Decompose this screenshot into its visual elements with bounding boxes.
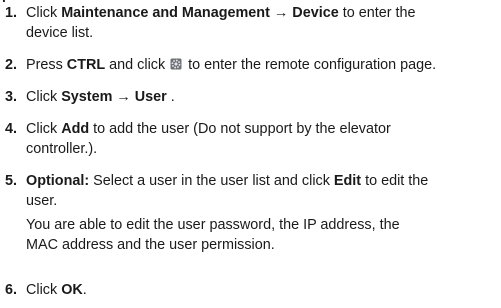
step-number: 5.	[5, 173, 18, 189]
step-number: 1.	[5, 5, 18, 21]
button-name-ok: OK	[61, 282, 83, 298]
button-name-add: Add	[61, 121, 90, 137]
step-text: to enter the remote configuration page.	[184, 57, 437, 73]
gear-icon	[170, 58, 182, 70]
step-text: Click	[26, 282, 62, 298]
step-number: 2.	[5, 57, 18, 73]
step-text: .	[166, 89, 175, 105]
step-number: 3.	[5, 89, 18, 105]
step-text: .	[82, 282, 87, 298]
menu-path-device: Device	[292, 5, 339, 21]
key-ctrl: CTRL	[66, 57, 106, 73]
cut-off-heading: p	[2, 0, 11, 2]
menu-path-maintenance: Maintenance and Management	[61, 5, 270, 21]
note-text: MAC address and the user permission.	[26, 237, 275, 253]
step-text: Press	[26, 57, 67, 73]
step-text: to add the user (Do not support by the e…	[89, 121, 391, 137]
step-text: user.	[26, 193, 58, 209]
menu-path-system: System	[61, 89, 113, 105]
step-text: controller.).	[26, 141, 98, 157]
step-number: 6.	[5, 282, 18, 298]
step-text: Click	[26, 121, 62, 137]
step-text: Click	[26, 5, 62, 21]
step-text: and click	[105, 57, 170, 73]
step-6: 6. Click OK.	[5, 280, 497, 300]
step-number: 4.	[5, 121, 18, 137]
step-1: 1. Click Maintenance and Management → De…	[5, 3, 497, 43]
step-text: to enter the	[338, 5, 416, 21]
arrow: →	[112, 89, 135, 105]
step-5-note: You are able to edit the user password, …	[26, 215, 497, 255]
step-2: 2. Press CTRL and click to enter the rem…	[5, 55, 497, 75]
step-5: 5. Optional: Select a user in the user l…	[5, 171, 497, 211]
step-4: 4. Click Add to add the user (Do not sup…	[5, 119, 497, 159]
step-text: Select a user in the user list and click	[89, 173, 334, 189]
step-text: device list.	[26, 25, 94, 41]
step-text: Click	[26, 89, 62, 105]
step-3: 3. Click System → User .	[5, 87, 497, 107]
optional-label: Optional:	[26, 173, 90, 189]
arrow: →	[269, 5, 293, 21]
button-name-edit: Edit	[333, 173, 362, 189]
note-text: You are able to edit the user password, …	[26, 217, 400, 233]
step-text: to edit the	[361, 173, 429, 189]
menu-path-user: User	[134, 89, 167, 105]
